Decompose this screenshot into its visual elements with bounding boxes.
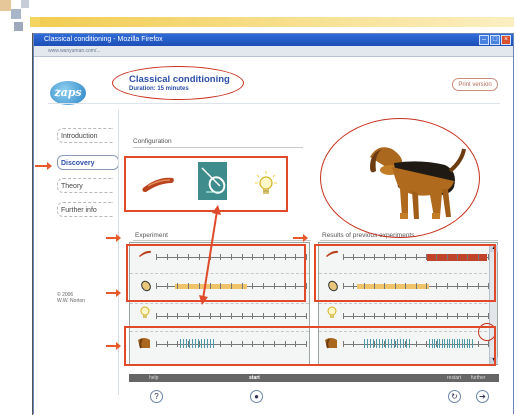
deco-square	[21, 0, 29, 8]
timeline-tick	[188, 313, 190, 319]
deco-square	[30, 17, 40, 27]
timeline-tick	[252, 313, 254, 319]
timeline-tick	[231, 313, 232, 319]
sidebar-divider	[118, 110, 119, 395]
minimize-button[interactable]: –	[479, 35, 489, 45]
further-button[interactable]: ➔	[476, 390, 489, 403]
configuration-highlight-box	[124, 156, 288, 212]
window-title: Classical conditioning - Mozilla Firefox	[34, 34, 513, 46]
help-button[interactable]: ?	[150, 390, 163, 403]
timeline-tick	[273, 313, 275, 319]
print-version-button[interactable]: Print version	[452, 78, 498, 91]
double-arrow	[199, 205, 221, 305]
timeline-tick	[384, 313, 386, 319]
timeline-tick	[446, 313, 448, 319]
timeline-tick	[477, 313, 479, 319]
nav-arrow	[35, 162, 52, 170]
timeline-tick	[306, 313, 307, 319]
timeline-tick	[374, 313, 376, 319]
timeline-tick	[209, 313, 211, 319]
light-bulb-icon	[140, 306, 150, 318]
bell-row-arrow	[106, 289, 121, 297]
timeline-tick	[263, 313, 265, 319]
timeline-tick	[166, 313, 168, 319]
experiment-arrow	[106, 234, 121, 242]
deco-bar	[40, 17, 514, 27]
copyright: © 2006 W.W. Norton	[57, 292, 85, 304]
nav-introduction[interactable]: Introduction	[57, 128, 113, 143]
light-row	[130, 303, 309, 324]
address-bar[interactable]: www.wanyuman.com/...	[34, 46, 513, 57]
timeline-tick	[456, 313, 458, 319]
copyright-line: W.W. Norton	[57, 298, 86, 304]
deco-square	[14, 22, 23, 31]
close-button[interactable]: ×	[501, 35, 511, 45]
timeline-tick	[415, 313, 417, 319]
timeline-tick	[220, 313, 222, 319]
configuration-line	[133, 147, 303, 148]
nav-discovery[interactable]: Discovery	[57, 155, 119, 170]
timeline-tick	[198, 313, 200, 319]
timeline-tick	[295, 313, 297, 319]
help-label: help	[149, 375, 159, 381]
maximize-button[interactable]: □	[490, 35, 500, 45]
timeline-tick	[425, 313, 427, 319]
saliva-row-arrow	[106, 342, 121, 350]
timeline-tick	[284, 313, 286, 319]
configuration-label: Configuration	[133, 138, 172, 145]
window-controls: – □ ×	[479, 35, 511, 45]
saliva-highlight-box	[124, 326, 496, 366]
light-row	[319, 303, 497, 324]
timeline-tick	[241, 313, 243, 319]
timeline-tick	[363, 313, 365, 319]
timeline-tick	[306, 254, 307, 260]
nav-theory[interactable]: Theory	[57, 178, 113, 193]
logo: zaps	[50, 81, 86, 105]
restart-button[interactable]: ↻	[448, 390, 461, 403]
results-highlight-box	[314, 244, 496, 302]
control-bar: help start restart further	[129, 374, 499, 382]
dog-highlight-ellipse	[320, 118, 480, 238]
timeline-tick	[394, 313, 396, 319]
timeline-tick	[353, 313, 355, 319]
results-line	[320, 240, 498, 241]
restart-label: restart	[447, 375, 462, 381]
timeline-tick	[177, 313, 179, 319]
deco-square	[0, 0, 11, 11]
timeline-tick	[306, 283, 307, 289]
start-label: start	[249, 375, 260, 381]
experiment-label: Experiment	[135, 232, 168, 239]
deco-square	[11, 9, 21, 19]
timeline-tick	[436, 313, 438, 319]
start-button[interactable]: ●	[250, 390, 263, 403]
timeline-tick	[156, 313, 157, 319]
header-line	[48, 103, 500, 104]
further-label: further	[471, 375, 486, 381]
timeline-tick	[343, 313, 344, 319]
results-arrow	[293, 234, 308, 242]
nav-further-info[interactable]: Further info	[57, 202, 113, 217]
title-highlight-ellipse	[112, 66, 244, 100]
timeline-tick	[467, 313, 469, 319]
timeline-tick	[405, 313, 407, 319]
light-bulb-icon	[327, 306, 337, 318]
